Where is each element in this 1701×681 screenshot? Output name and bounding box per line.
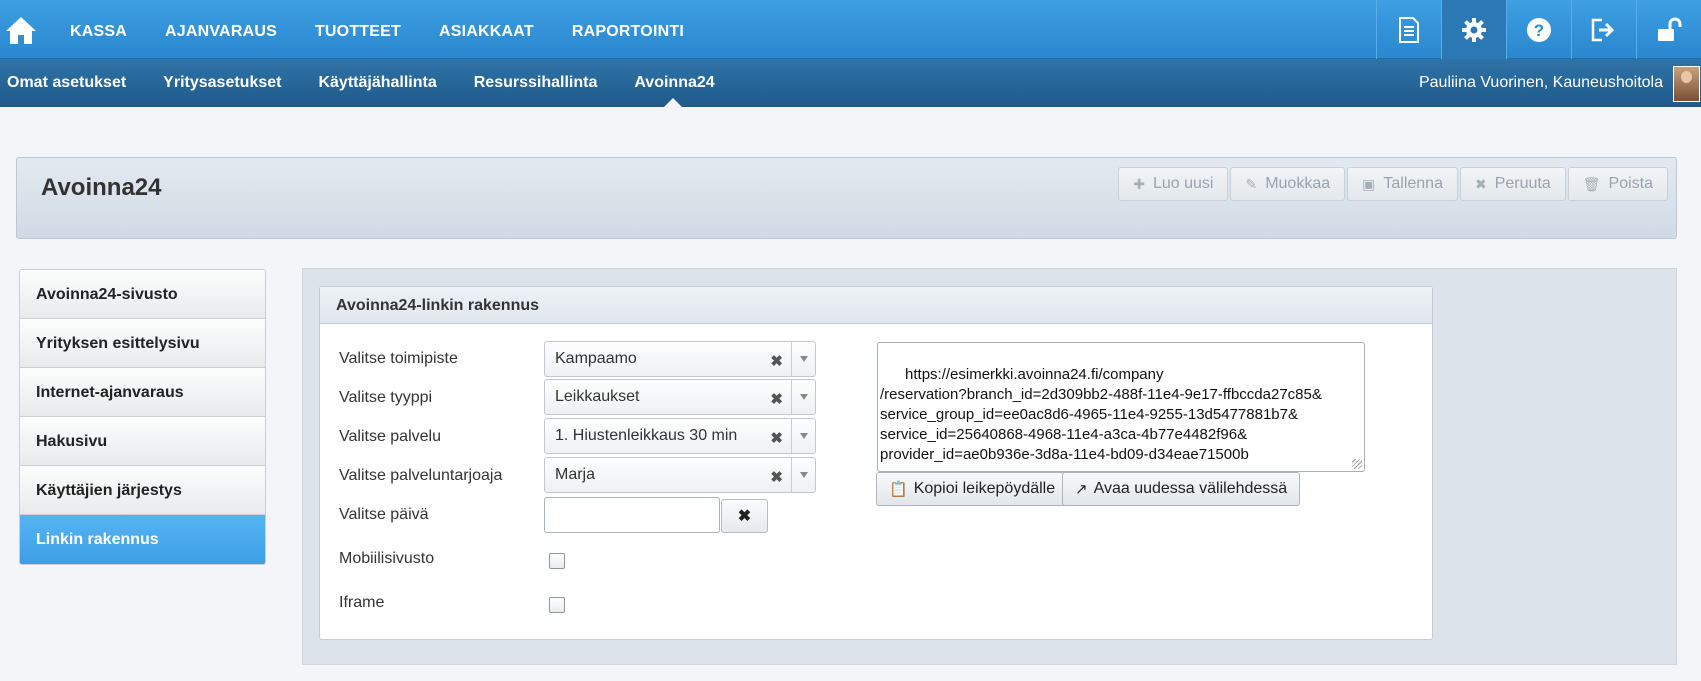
copy-label: Kopioi leikepöydälle bbox=[913, 480, 1056, 497]
clear-date-button[interactable]: ✖ bbox=[721, 499, 768, 533]
nav-tuotteet[interactable]: TUOTTEET bbox=[315, 0, 401, 59]
open-in-new-tab-button[interactable]: ↗ Avaa uudessa välilehdessä bbox=[1062, 472, 1301, 506]
date-input[interactable] bbox=[544, 497, 720, 533]
user-name[interactable]: Pauliina Vuorinen, Kauneushoitola bbox=[1419, 59, 1663, 107]
palveluntarjoaja-value: Marja bbox=[555, 466, 596, 483]
edit-label: Muokkaa bbox=[1265, 175, 1331, 192]
subnav-resurssihallinta[interactable]: Resurssihallinta bbox=[474, 59, 598, 107]
toolbar: ✚ Luo uusi ✎ Muokkaa ▣ Tallenna ✖ Peruuta 🗑 P… bbox=[1116, 167, 1668, 201]
svg-text:?: ? bbox=[1534, 21, 1544, 40]
home-icon[interactable] bbox=[4, 14, 38, 46]
nav-ajanvaraus[interactable]: AJANVARAUS bbox=[165, 0, 277, 59]
card-title: Avoinna24-linkin rakennus bbox=[320, 287, 1432, 324]
sidebar-item-internet-ajanvaraus[interactable]: Internet-ajanvaraus bbox=[20, 368, 265, 417]
sidebar-item-yrityksen-esittelysivu[interactable]: Yrityksen esittelysivu bbox=[20, 319, 265, 368]
cancel-label: Peruuta bbox=[1494, 175, 1551, 192]
generated-link-textarea[interactable]: https://esimerkki.avoinna24.fi/company /… bbox=[877, 342, 1365, 472]
pencil-icon: ✎ bbox=[1245, 175, 1258, 192]
palvelu-select[interactable]: 1. Hiustenleikkaus 30 min ✖ bbox=[544, 418, 816, 454]
clear-icon[interactable]: ✖ bbox=[770, 429, 783, 447]
avatar[interactable] bbox=[1673, 66, 1700, 102]
mobiilisivusto-checkbox[interactable] bbox=[549, 553, 565, 569]
active-tab-pointer bbox=[664, 98, 682, 107]
edit-button[interactable]: ✎ Muokkaa bbox=[1230, 167, 1346, 201]
delete-label: Poista bbox=[1608, 175, 1653, 192]
chevron-down-icon[interactable] bbox=[791, 458, 815, 492]
toimipiste-value: Kampaamo bbox=[555, 350, 637, 367]
help-icon[interactable]: ? bbox=[1506, 0, 1571, 59]
top-icon-bar: ? bbox=[1376, 0, 1701, 59]
unlock-icon[interactable] bbox=[1636, 0, 1701, 59]
save-icon: ▣ bbox=[1362, 175, 1376, 192]
chevron-down-icon[interactable] bbox=[791, 419, 815, 453]
palvelu-value: 1. Hiustenleikkaus 30 min bbox=[555, 427, 738, 444]
iframe-label: Iframe bbox=[339, 594, 385, 611]
plus-icon: ✚ bbox=[1133, 175, 1145, 192]
copy-to-clipboard-button[interactable]: 📋 Kopioi leikepöydälle bbox=[876, 472, 1069, 506]
generated-link-text: https://esimerkki.avoinna24.fi/company /… bbox=[880, 366, 1322, 463]
main-menu: KASSA AJANVARAUS TUOTTEET ASIAKKAAT RAPO… bbox=[70, 0, 722, 59]
tyyppi-label: Valitse tyyppi bbox=[339, 389, 433, 406]
clear-icon[interactable]: ✖ bbox=[770, 390, 783, 408]
external-link-icon: ↗ bbox=[1075, 481, 1088, 498]
toimipiste-label: Valitse toimipiste bbox=[339, 350, 458, 367]
resize-handle[interactable] bbox=[1352, 459, 1362, 469]
iframe-checkbox[interactable] bbox=[549, 597, 565, 613]
document-icon[interactable] bbox=[1376, 0, 1441, 59]
palvelu-label: Valitse palvelu bbox=[339, 428, 441, 445]
page-title: Avoinna24 bbox=[41, 174, 162, 201]
gear-icon[interactable] bbox=[1441, 0, 1506, 59]
sidebar-item-avoinna24-sivusto[interactable]: Avoinna24-sivusto bbox=[20, 270, 265, 319]
paiva-label: Valitse päivä bbox=[339, 506, 429, 523]
settings-navigation-bar: Omat asetukset Yritysasetukset Käyttäjäh… bbox=[0, 59, 1701, 107]
chevron-down-icon[interactable] bbox=[791, 380, 815, 414]
subnav-yritysasetukset[interactable]: Yritysasetukset bbox=[163, 59, 281, 107]
create-new-label: Luo uusi bbox=[1152, 175, 1214, 192]
save-label: Tallenna bbox=[1383, 175, 1443, 192]
nav-raportointi[interactable]: RAPORTOINTI bbox=[572, 0, 684, 59]
save-button[interactable]: ▣ Tallenna bbox=[1347, 167, 1458, 201]
page-header: Avoinna24 ✚ Luo uusi ✎ Muokkaa ▣ Tallenna ✖… bbox=[16, 157, 1677, 239]
subnav-kayttajahallinta[interactable]: Käyttäjähallinta bbox=[318, 59, 436, 107]
close-icon: ✖ bbox=[737, 508, 752, 525]
palveluntarjoaja-label: Valitse palveluntarjoaja bbox=[339, 467, 503, 484]
open-label: Avaa uudessa välilehdessä bbox=[1093, 480, 1288, 497]
palveluntarjoaja-select[interactable]: Marja ✖ bbox=[544, 457, 816, 493]
close-icon: ✖ bbox=[1474, 175, 1487, 192]
sidebar-item-linkin-rakennus[interactable]: Linkin rakennus bbox=[20, 515, 265, 564]
nav-kassa[interactable]: KASSA bbox=[70, 0, 127, 59]
clipboard-icon: 📋 bbox=[889, 481, 908, 498]
content-area: Avoinna24-linkin rakennus Valitse toimip… bbox=[302, 268, 1677, 665]
clear-icon[interactable]: ✖ bbox=[770, 468, 783, 486]
trash-icon: 🗑 bbox=[1582, 175, 1601, 192]
sidebar-item-hakusivu[interactable]: Hakusivu bbox=[20, 417, 265, 466]
delete-button[interactable]: 🗑 Poista bbox=[1567, 167, 1668, 201]
sidebar-item-kayttajien-jarjestys[interactable]: Käyttäjien järjestys bbox=[20, 466, 265, 515]
sidebar-menu: Avoinna24-sivusto Yrityksen esittelysivu… bbox=[19, 269, 266, 565]
subnav-omat-asetukset[interactable]: Omat asetukset bbox=[7, 59, 126, 107]
settings-menu: Omat asetukset Yritysasetukset Käyttäjäh… bbox=[7, 59, 752, 107]
chevron-down-icon[interactable] bbox=[791, 342, 815, 376]
toimipiste-select[interactable]: Kampaamo ✖ bbox=[544, 341, 816, 377]
tyyppi-select[interactable]: Leikkaukset ✖ bbox=[544, 379, 816, 415]
cancel-button[interactable]: ✖ Peruuta bbox=[1459, 167, 1566, 201]
link-builder-card: Avoinna24-linkin rakennus Valitse toimip… bbox=[319, 286, 1433, 640]
top-navigation-bar: KASSA AJANVARAUS TUOTTEET ASIAKKAAT RAPO… bbox=[0, 0, 1701, 59]
tyyppi-value: Leikkaukset bbox=[555, 388, 640, 405]
logout-icon[interactable] bbox=[1571, 0, 1636, 59]
nav-asiakkaat[interactable]: ASIAKKAAT bbox=[439, 0, 534, 59]
mobiilisivusto-label: Mobiilisivusto bbox=[339, 550, 435, 567]
create-new-button[interactable]: ✚ Luo uusi bbox=[1118, 167, 1229, 201]
clear-icon[interactable]: ✖ bbox=[770, 352, 783, 370]
